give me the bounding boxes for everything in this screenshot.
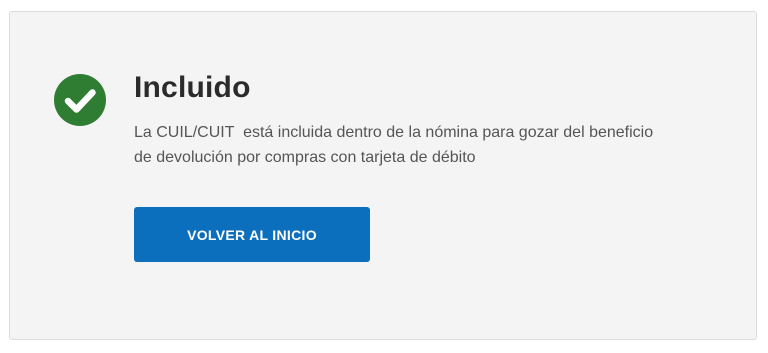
result-message: La CUIL/CUIT está incluida dentro de la … — [134, 124, 654, 166]
check-circle-icon — [53, 73, 107, 127]
back-to-home-button[interactable]: VOLVER AL INICIO — [134, 207, 370, 262]
result-card: Incluido La CUIL/CUIT está incluida dent… — [9, 11, 757, 340]
result-title: Incluido — [134, 71, 251, 104]
